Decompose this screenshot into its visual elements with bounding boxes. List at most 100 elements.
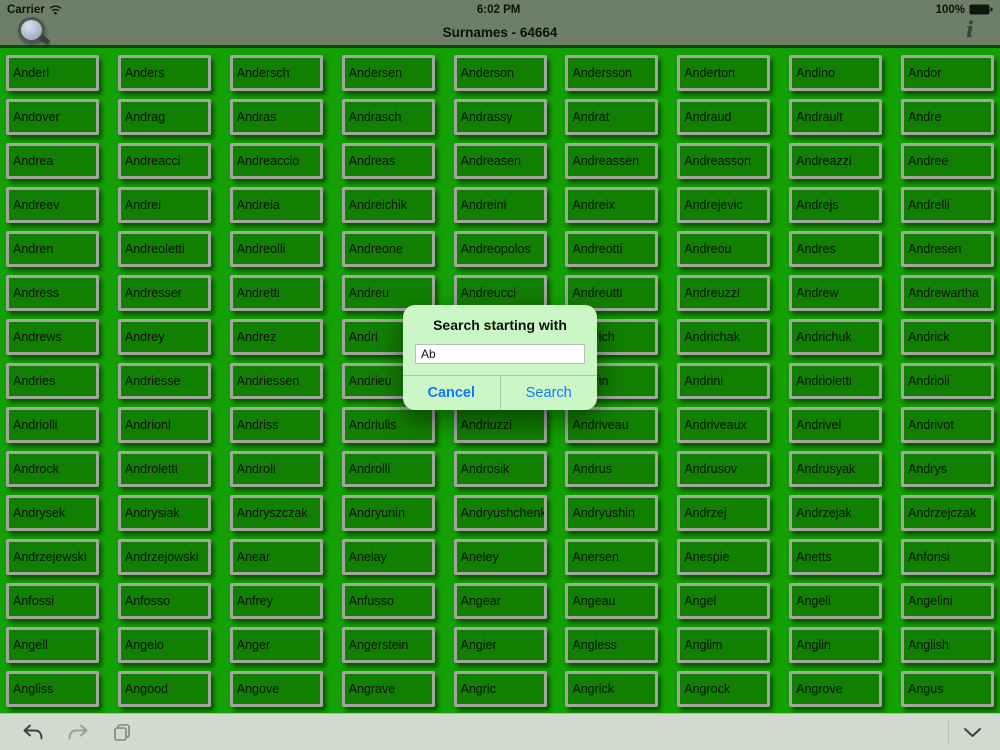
surname-button[interactable]: Andree (901, 143, 994, 179)
surname-button[interactable]: Andrick (901, 319, 994, 355)
surname-button[interactable]: Andrzejczak (901, 495, 994, 531)
surname-button[interactable]: Anersen (565, 539, 659, 575)
surname-button[interactable]: Andreoletti (117, 231, 211, 267)
surname-button[interactable]: Andreix (565, 187, 659, 223)
surname-button[interactable]: Andrini (677, 363, 771, 399)
search-icon[interactable] (16, 15, 51, 47)
surname-button[interactable]: Angeau (565, 583, 659, 619)
surname-button[interactable]: Angood (117, 671, 211, 707)
redo-button[interactable] (67, 724, 89, 741)
surname-button[interactable]: Androli (229, 451, 323, 487)
surname-button[interactable]: Angrick (565, 671, 659, 707)
surname-button[interactable]: Anglish (901, 627, 994, 663)
surname-button[interactable]: Andriesse (117, 363, 211, 399)
surname-button[interactable]: Andrejs (789, 187, 883, 223)
surname-button[interactable]: Angerstein (341, 627, 435, 663)
surname-button[interactable]: Andren (6, 231, 99, 267)
surname-button[interactable]: Anfonsi (901, 539, 994, 575)
surname-button[interactable]: Andries (6, 363, 99, 399)
surname-button[interactable]: Andersen (341, 55, 435, 91)
surname-button[interactable]: Andrysek (6, 495, 99, 531)
surname-button[interactable]: Andover (6, 99, 99, 135)
info-icon[interactable]: i (966, 17, 974, 42)
surname-button[interactable]: Androlli (341, 451, 435, 487)
surname-button[interactable]: Angelo (117, 627, 211, 663)
surname-button[interactable]: Angell (6, 627, 99, 663)
surname-button[interactable]: Andrei (117, 187, 211, 223)
surname-button[interactable]: Anderton (677, 55, 771, 91)
surname-button[interactable]: Andrioletti (789, 363, 883, 399)
surname-button[interactable]: Andino (789, 55, 883, 91)
surname-button[interactable]: Andrew (789, 275, 883, 311)
surname-button[interactable]: Andrusyak (789, 451, 883, 487)
surname-button[interactable]: Angless (565, 627, 659, 663)
surname-button[interactable]: Andrewartha (901, 275, 994, 311)
surname-button[interactable]: Angeli (789, 583, 883, 619)
surname-button[interactable]: Angier (453, 627, 547, 663)
cancel-button[interactable]: Cancel (403, 376, 501, 410)
surname-button[interactable]: Androsik (453, 451, 547, 487)
surname-button[interactable]: Andreuzzi (677, 275, 771, 311)
surname-button[interactable]: Andrez (229, 319, 323, 355)
surname-button[interactable]: Andrusov (677, 451, 771, 487)
surname-button[interactable]: Andreasen (453, 143, 547, 179)
surname-button[interactable]: Angric (453, 671, 547, 707)
surname-button[interactable]: Anders (117, 55, 211, 91)
surname-button[interactable]: Andrys (901, 451, 994, 487)
surname-button[interactable]: Androletti (117, 451, 211, 487)
surname-button[interactable]: Andriveau (565, 407, 659, 443)
surname-button[interactable]: Anfrey (229, 583, 323, 619)
surname-button[interactable]: Andrag (117, 99, 211, 135)
surname-button[interactable]: Andre (901, 99, 994, 135)
surname-button[interactable]: Anglim (677, 627, 771, 663)
surname-button[interactable]: Angrock (677, 671, 771, 707)
surname-button[interactable]: Andreasson (677, 143, 771, 179)
surname-button[interactable]: Andrews (6, 319, 99, 355)
surname-button[interactable]: Andrea (6, 143, 99, 179)
surname-button[interactable]: Andriolli (6, 407, 99, 443)
surname-button[interactable]: Andresser (117, 275, 211, 311)
surname-button[interactable]: Andresen (901, 231, 994, 267)
surname-button[interactable]: Andraud (677, 99, 771, 135)
surname-button[interactable]: Andriuzzi (453, 407, 547, 443)
surname-button[interactable]: Angrave (341, 671, 435, 707)
hide-toolbar-button[interactable] (963, 727, 982, 738)
surname-button[interactable]: Anglin (789, 627, 883, 663)
surname-button[interactable]: Andryushin (565, 495, 659, 531)
surname-button[interactable]: Andrysiak (117, 495, 211, 531)
surname-button[interactable]: Angove (229, 671, 323, 707)
surname-button[interactable]: Andrassy (453, 99, 547, 135)
surname-button[interactable]: Andrzejewski (6, 539, 99, 575)
surname-button[interactable]: Anespie (677, 539, 771, 575)
surname-button[interactable]: Andrivot (901, 407, 994, 443)
surname-button[interactable]: Aneley (453, 539, 547, 575)
surname-button[interactable]: Andryszczak (229, 495, 323, 531)
surname-button[interactable]: Andriss (229, 407, 323, 443)
surname-button[interactable]: Andreassen (565, 143, 659, 179)
search-button[interactable]: Search (501, 376, 598, 410)
surname-button[interactable]: Anger (229, 627, 323, 663)
surname-button[interactable]: Andrzej (677, 495, 771, 531)
surname-button[interactable]: Andreas (341, 143, 435, 179)
surname-button[interactable]: Anfusso (341, 583, 435, 619)
surname-button[interactable]: Andreia (229, 187, 323, 223)
surname-button[interactable]: Andrioli (901, 363, 994, 399)
surname-button[interactable]: Andrus (565, 451, 659, 487)
surname-button[interactable]: Anfossi (6, 583, 99, 619)
undo-button[interactable] (22, 724, 44, 741)
surname-button[interactable]: Andrasch (341, 99, 435, 135)
surname-button[interactable]: Anear (229, 539, 323, 575)
surname-button[interactable]: Andrichak (677, 319, 771, 355)
surname-button[interactable]: Angel (677, 583, 771, 619)
surname-button[interactable]: Angus (901, 671, 994, 707)
surname-button[interactable]: Andreou (677, 231, 771, 267)
surname-button[interactable]: Andrejevic (677, 187, 771, 223)
surname-button[interactable]: Andress (6, 275, 99, 311)
surname-button[interactable]: Andreev (6, 187, 99, 223)
surname-button[interactable]: Angliss (6, 671, 99, 707)
surname-button[interactable]: Andryunin (341, 495, 435, 531)
surname-button[interactable]: Andreichik (341, 187, 435, 223)
surname-button[interactable]: Androck (6, 451, 99, 487)
surname-button[interactable]: Andriveaux (677, 407, 771, 443)
surname-button[interactable]: Andreone (341, 231, 435, 267)
